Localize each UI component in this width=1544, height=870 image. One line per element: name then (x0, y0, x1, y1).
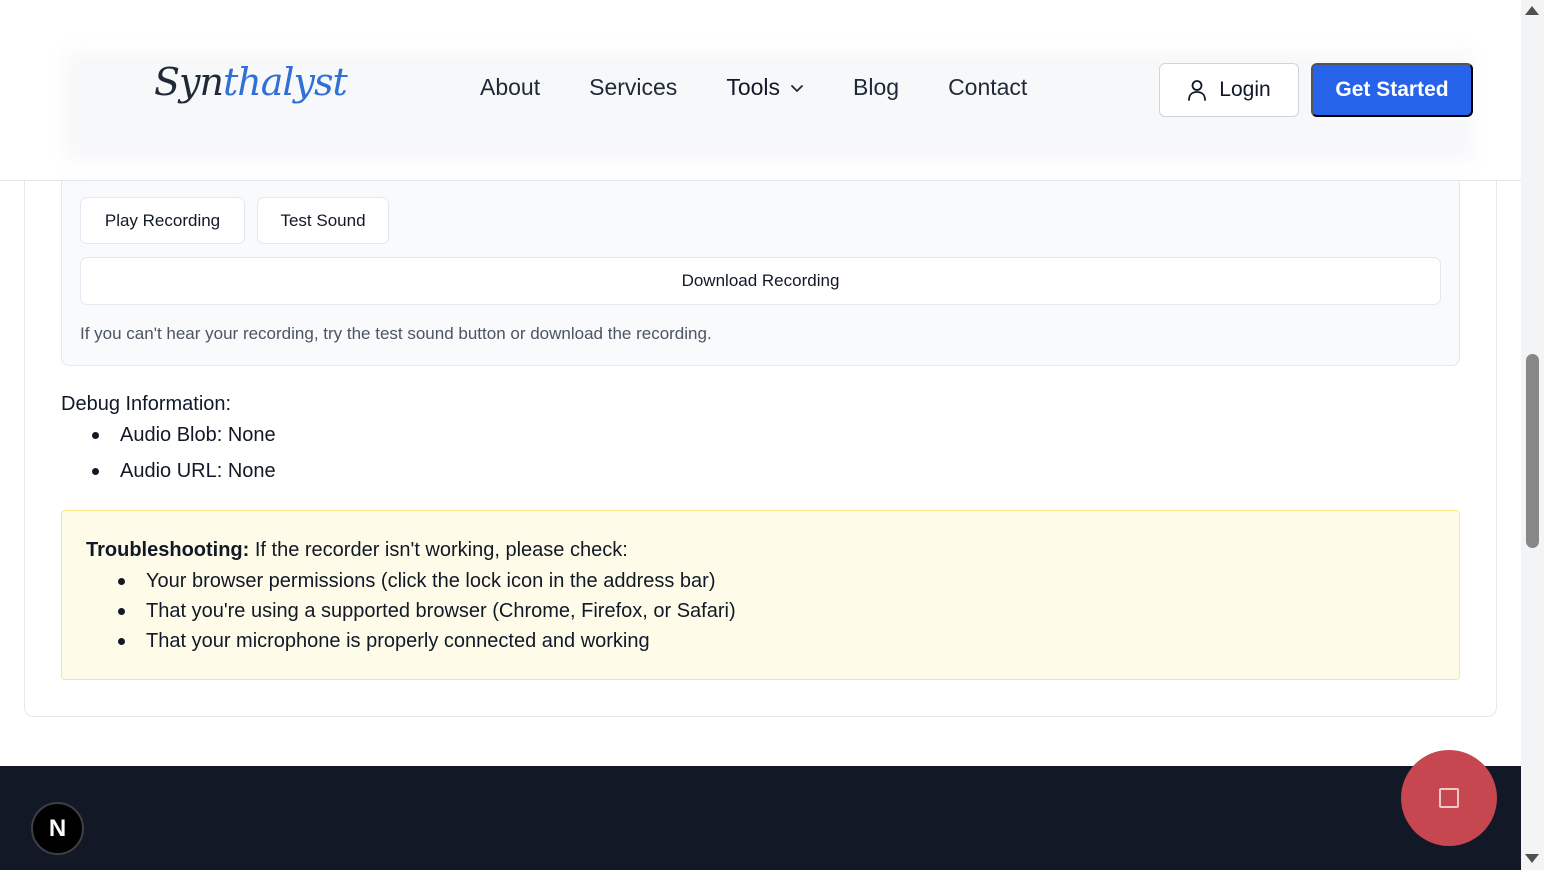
nav-tools[interactable]: Tools (726, 74, 804, 101)
login-label: Login (1219, 78, 1271, 101)
footer (0, 766, 1521, 870)
troubleshooting-list: Your browser permissions (click the lock… (116, 568, 736, 658)
test-sound-button[interactable]: Test Sound (257, 197, 389, 244)
nav-tools-label: Tools (726, 74, 781, 100)
logo[interactable]: Synthalyst (154, 60, 348, 104)
nav-contact[interactable]: Contact (948, 74, 1027, 101)
login-button[interactable]: Login (1159, 63, 1299, 117)
get-started-button[interactable]: Get Started (1311, 63, 1473, 117)
debug-item-audio-blob: Audio Blob: None (90, 422, 276, 458)
scrollbar-thumb[interactable] (1526, 354, 1539, 548)
download-recording-button[interactable]: Download Recording (80, 257, 1441, 305)
troubleshooting-item: That your microphone is properly connect… (116, 628, 736, 658)
play-recording-button[interactable]: Play Recording (80, 197, 245, 244)
chevron-down-icon (791, 84, 803, 92)
record-fab-button[interactable] (1401, 750, 1497, 846)
scroll-up-arrow-icon[interactable] (1525, 6, 1539, 15)
user-icon (1188, 80, 1207, 101)
troubleshooting-intro: If the recorder isn't working, please ch… (249, 539, 628, 561)
troubleshooting-item: That you're using a supported browser (C… (116, 598, 736, 628)
debug-title: Debug Information: (61, 393, 232, 415)
next-badge-letter: N (48, 814, 67, 842)
next-logo-icon[interactable]: N (31, 802, 84, 855)
stop-icon (1439, 788, 1459, 808)
playback-hint: If you can't hear your recording, try th… (80, 324, 712, 343)
nav-blog[interactable]: Blog (853, 74, 899, 101)
logo-text-part1: Syn (154, 60, 224, 104)
scroll-down-arrow-icon[interactable] (1525, 854, 1539, 863)
site-header: Synthalyst About Services Tools Blog Con… (0, 0, 1521, 181)
troubleshooting-heading: Troubleshooting: If the recorder isn't w… (86, 539, 628, 562)
nav-about[interactable]: About (480, 74, 540, 101)
troubleshooting-box: Troubleshooting: If the recorder isn't w… (61, 510, 1460, 680)
nav-services[interactable]: Services (589, 74, 677, 101)
logo-text-part2: thalyst (222, 60, 348, 104)
troubleshooting-label: Troubleshooting: (86, 539, 250, 561)
main-nav: About Services Tools Blog Contact (480, 74, 1076, 101)
troubleshooting-item: Your browser permissions (click the lock… (116, 568, 736, 598)
debug-item-audio-url: Audio URL: None (90, 458, 276, 494)
debug-list: Audio Blob: None Audio URL: None (90, 422, 276, 494)
